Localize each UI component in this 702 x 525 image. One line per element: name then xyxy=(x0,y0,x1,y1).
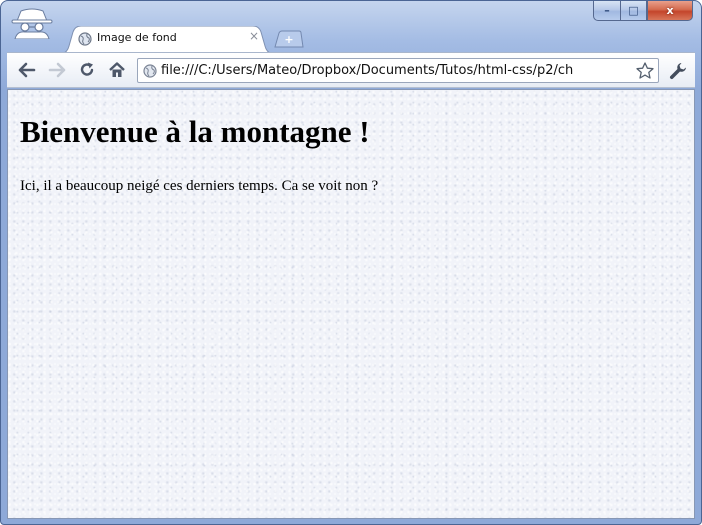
wrench-menu-icon[interactable] xyxy=(667,60,689,82)
reload-icon xyxy=(80,62,94,76)
maximize-button[interactable]: □ xyxy=(620,1,647,21)
home-icon xyxy=(109,62,125,77)
incognito-spy-icon xyxy=(11,8,53,39)
new-tab-button[interactable]: + xyxy=(273,30,305,48)
reload-button[interactable] xyxy=(75,59,99,81)
minimize-button[interactable]: – xyxy=(593,1,620,21)
close-window-button[interactable]: x xyxy=(647,1,693,21)
address-bar[interactable] xyxy=(137,58,659,83)
globe-icon xyxy=(78,32,92,46)
forward-button[interactable] xyxy=(45,59,69,81)
page-content: Bienvenue à la montagne ! Ici, il a beau… xyxy=(7,89,695,519)
tab-title: Image de fond xyxy=(97,31,177,44)
bookmark-star-icon[interactable] xyxy=(635,61,655,81)
page-heading: Bienvenue à la montagne ! xyxy=(20,114,370,149)
browser-toolbar xyxy=(7,52,695,88)
window-controls: – □ x xyxy=(593,1,693,21)
tab-image-de-fond[interactable]: Image de fond × xyxy=(59,26,275,54)
page-paragraph: Ici, il a beaucoup neigé ces derniers te… xyxy=(20,178,379,194)
home-button[interactable] xyxy=(105,59,129,81)
back-button[interactable] xyxy=(15,59,39,81)
browser-window: Image de fond × + – □ x file:///C:/Users… xyxy=(0,0,702,525)
forward-arrow-icon xyxy=(48,62,66,78)
new-tab-plus-icon: + xyxy=(284,33,293,46)
tab-close-icon[interactable]: × xyxy=(249,29,259,43)
page-globe-icon xyxy=(143,64,157,78)
address-input[interactable] xyxy=(161,60,631,81)
back-arrow-icon xyxy=(18,62,36,78)
